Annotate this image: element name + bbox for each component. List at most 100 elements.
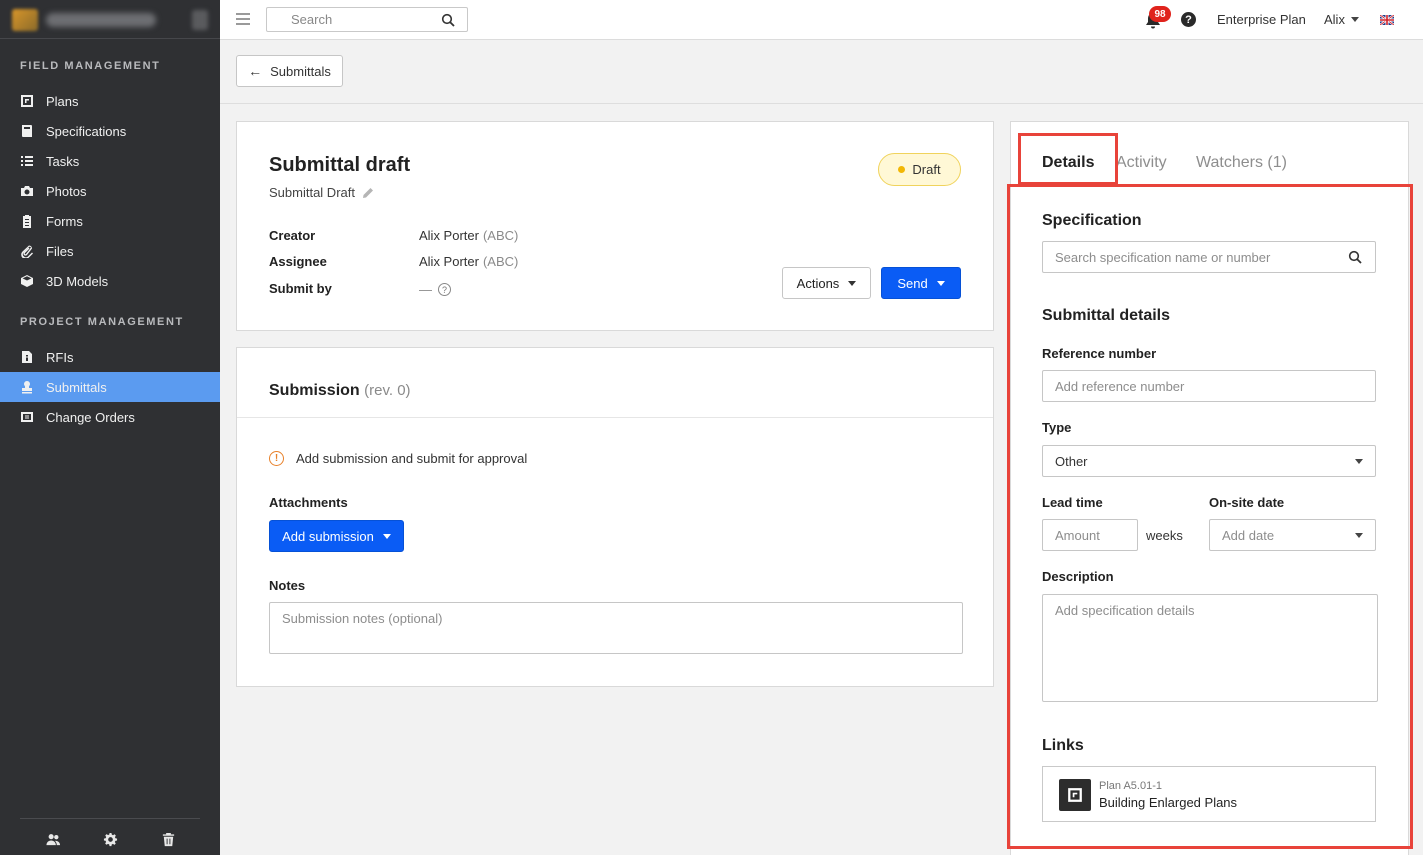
help-icon[interactable]: ? <box>1181 12 1196 27</box>
assignee-value: Alix Porter (ABC) <box>419 254 518 269</box>
creator-name: Alix Porter <box>419 228 479 243</box>
section-project-management: PROJECT MANAGEMENT <box>20 316 184 328</box>
sidebar-item-label: Specifications <box>46 123 127 139</box>
assignee-name: Alix Porter <box>419 254 479 269</box>
sidebar-item-change-orders[interactable]: Change Orders <box>0 402 220 432</box>
creator-value: Alix Porter (ABC) <box>419 228 518 243</box>
plans-icon <box>20 94 34 108</box>
company-logo <box>12 9 38 31</box>
stamp-icon <box>20 380 34 394</box>
people-icon[interactable] <box>45 831 61 847</box>
sidebar-item-tasks[interactable]: Tasks <box>0 146 220 176</box>
chevron-down-icon <box>848 280 857 286</box>
creator-org: (ABC) <box>482 228 519 243</box>
page-title: Submittal draft <box>269 154 411 176</box>
sidebar-item-label: Plans <box>46 93 79 109</box>
send-button[interactable]: Send <box>881 267 961 299</box>
search-input[interactable] <box>267 8 427 30</box>
tab-activity[interactable]: Activity <box>1116 154 1167 172</box>
chevron-down-icon <box>1350 17 1359 22</box>
back-button-label: Submittals <box>270 63 331 79</box>
sidebar-item-submittals[interactable]: Submittals <box>0 372 220 402</box>
warning-text: Add submission and submit for approval <box>296 451 528 466</box>
trash-icon[interactable] <box>160 831 176 847</box>
list-icon <box>20 154 34 168</box>
submission-notes-field[interactable] <box>269 602 963 654</box>
submit-by-date: — <box>419 282 432 297</box>
sidebar-item-rfis[interactable]: RFIs <box>0 342 220 372</box>
sidebar-item-label: Change Orders <box>46 409 135 425</box>
chevron-down-icon <box>936 280 945 286</box>
divider <box>237 417 993 418</box>
plan-label[interactable]: Enterprise Plan <box>1217 12 1306 27</box>
sidebar-item-forms[interactable]: Forms <box>0 206 220 236</box>
chevron-down-icon <box>382 533 391 539</box>
assignee-org: (ABC) <box>482 254 519 269</box>
submission-heading: Submission (rev. 0) <box>269 382 411 400</box>
submission-revision: (rev. 0) <box>364 382 411 399</box>
status-badge: Draft <box>878 153 961 186</box>
creator-label: Creator <box>269 228 316 243</box>
actions-label: Actions <box>796 275 840 291</box>
submission-card: Submission (rev. 0) ! Add submission and… <box>236 347 994 687</box>
sidebar-bottom-divider <box>20 818 200 819</box>
submit-by-label: Submit by <box>269 281 332 296</box>
sidebar-item-plans[interactable]: Plans <box>0 86 220 116</box>
assignee-label: Assignee <box>269 254 327 269</box>
book-icon <box>20 124 34 138</box>
sidebar-item-label: Submittals <box>46 379 107 395</box>
sidebar-item-label: Files <box>46 243 74 259</box>
status-text: Draft <box>912 162 941 177</box>
submission-title: Submission <box>269 382 360 399</box>
submission-warning: ! Add submission and submit for approval <box>269 451 527 466</box>
warning-icon: ! <box>269 451 284 466</box>
status-dot <box>898 166 906 173</box>
camera-icon <box>20 184 34 198</box>
user-menu[interactable]: Alix <box>1324 12 1359 27</box>
submit-by-value: — ? <box>419 282 451 297</box>
user-name: Alix <box>1324 12 1345 27</box>
sidebar-item-label: 3D Models <box>46 273 109 289</box>
rfi-icon <box>20 350 34 364</box>
notes-label: Notes <box>269 578 306 593</box>
submittal-name-text: Submittal Draft <box>269 185 355 200</box>
send-label: Send <box>897 275 928 291</box>
sidebar-item-label: Photos <box>46 183 87 199</box>
tab-watchers[interactable]: Watchers (1) <box>1196 154 1287 172</box>
workspace-switcher[interactable] <box>12 8 208 32</box>
search-icon[interactable] <box>441 13 455 27</box>
submittal-header-card: Submittal draft Submittal Draft Draft Cr… <box>236 121 994 331</box>
question-circle-icon[interactable]: ? <box>438 283 451 296</box>
sidebar-item-label: RFIs <box>46 349 74 365</box>
paperclip-icon <box>20 244 34 258</box>
sidebar-item-label: Forms <box>46 213 83 229</box>
pencil-icon[interactable] <box>362 187 374 199</box>
submittal-name[interactable]: Submittal Draft <box>269 185 374 200</box>
search-box <box>266 7 468 32</box>
notification-count-badge: 98 <box>1149 6 1171 22</box>
add-submission-button[interactable]: Add submission <box>269 520 404 552</box>
menu-icon[interactable] <box>236 13 250 25</box>
section-field-management: FIELD MANAGEMENT <box>20 60 161 72</box>
company-name-blurred <box>46 13 156 27</box>
sidebar-item-files[interactable]: Files <box>0 236 220 266</box>
sidebar-item-label: Tasks <box>46 153 80 169</box>
sidebar-item-photos[interactable]: Photos <box>0 176 220 206</box>
top-bar: 98 ? Enterprise Plan Alix <box>220 0 1423 40</box>
uk-flag-icon[interactable] <box>1380 15 1394 25</box>
workspace-chevron-icon <box>192 10 208 30</box>
highlight-box-details-panel <box>1007 184 1413 849</box>
add-submission-label: Add submission <box>282 528 374 544</box>
cube-icon <box>20 274 34 288</box>
attachments-label: Attachments <box>269 495 348 510</box>
arrow-left-icon: ← <box>248 63 263 79</box>
highlight-box-details-tab <box>1018 133 1118 185</box>
actions-button[interactable]: Actions <box>782 267 871 299</box>
sidebar-item-specifications[interactable]: Specifications <box>0 116 220 146</box>
gear-icon[interactable] <box>102 831 118 847</box>
page-subheader: ← Submittals <box>220 40 1423 104</box>
clipboard-icon <box>20 214 34 228</box>
change-orders-icon <box>20 410 34 424</box>
back-to-submittals-button[interactable]: ← Submittals <box>236 55 343 87</box>
sidebar-item-3d-models[interactable]: 3D Models <box>0 266 220 296</box>
